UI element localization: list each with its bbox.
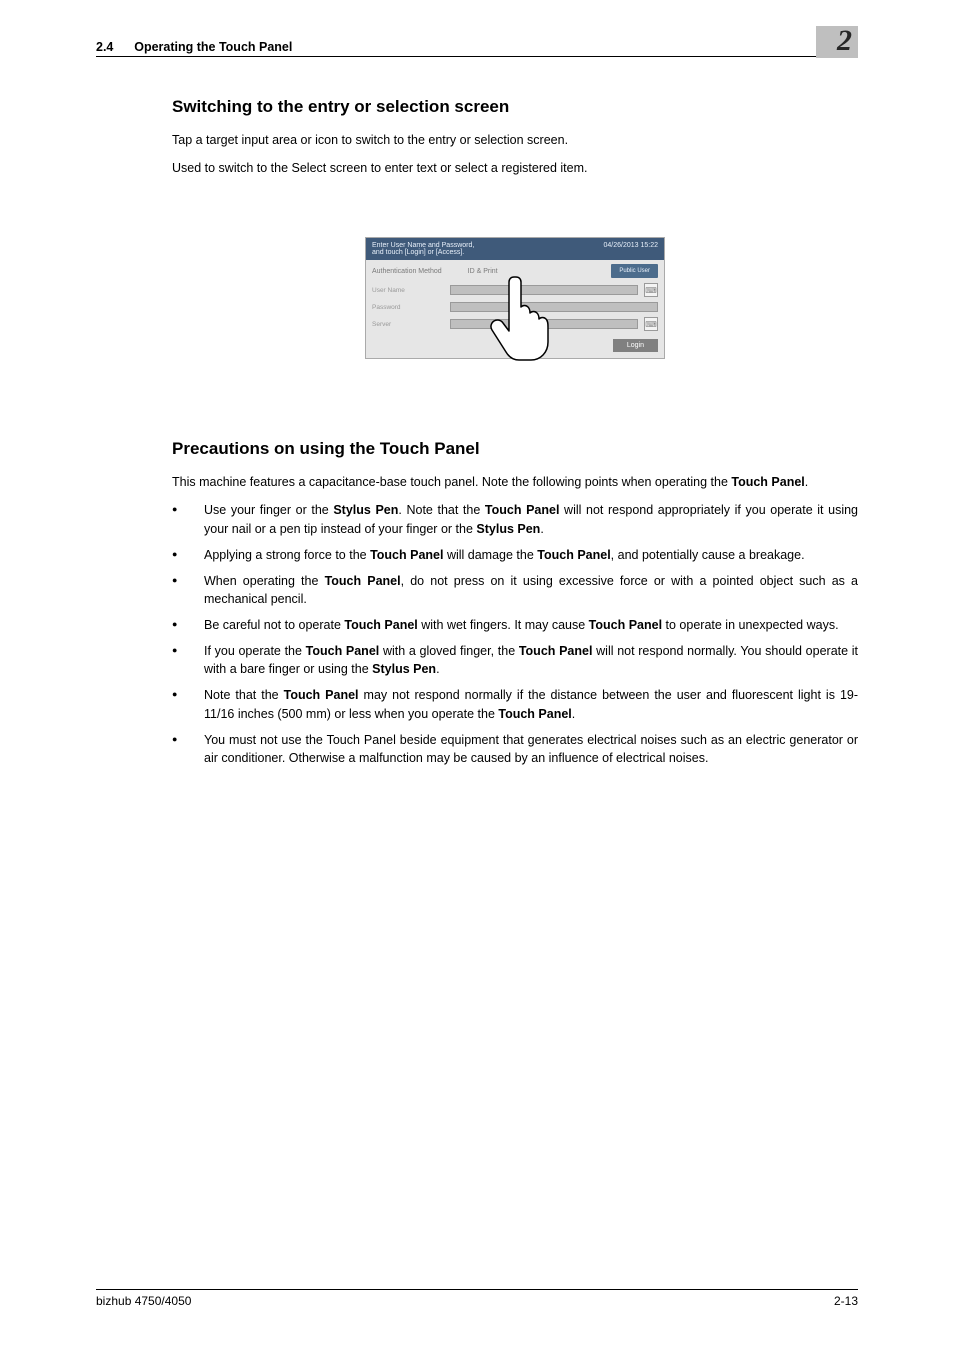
list-item: You must not use the Touch Panel beside …: [172, 731, 858, 767]
page-content: Switching to the entry or selection scre…: [172, 97, 858, 767]
list-item: Note that the Touch Panel may not respon…: [172, 686, 858, 722]
figure-title-line2: and touch [Login] or [Access].: [372, 249, 464, 256]
figure-datetime: 04/26/2013 15:22: [604, 242, 659, 256]
tap-hand-icon: [486, 272, 556, 362]
figure-user-name-label: User Name: [372, 287, 450, 294]
intro-post: .: [805, 475, 808, 489]
heading-precautions: Precautions on using the Touch Panel: [172, 439, 858, 459]
figure-title-line1: Enter User Name and Password,: [372, 242, 474, 249]
figure-public-user-button[interactable]: Public User: [611, 264, 658, 278]
list-item: Use your finger or the Stylus Pen. Note …: [172, 501, 858, 537]
figure-select-screen: Enter User Name and Password, and touch …: [365, 237, 665, 359]
para-tap: Tap a target input area or icon to switc…: [172, 131, 858, 149]
chapter-number: 2: [837, 24, 852, 58]
para-used-to: Used to switch to the Select screen to e…: [172, 159, 858, 177]
keyboard-icon[interactable]: ⌨: [644, 317, 658, 331]
footer-product: bizhub 4750/4050: [96, 1294, 191, 1308]
precaution-list: Use your finger or the Stylus Pen. Note …: [172, 501, 858, 767]
section-title: Operating the Touch Panel: [134, 40, 292, 54]
intro-pre: This machine features a capacitance-base…: [172, 475, 731, 489]
list-item: Be careful not to operate Touch Panel wi…: [172, 616, 858, 634]
list-item: If you operate the Touch Panel with a gl…: [172, 642, 858, 678]
figure-login-button[interactable]: Login: [613, 339, 658, 352]
intro-b1: Touch Panel: [731, 475, 804, 489]
chapter-badge: 2: [816, 26, 858, 58]
figure-title-bar: Enter User Name and Password, and touch …: [366, 238, 664, 260]
figure-password-label: Password: [372, 304, 450, 311]
footer-page: 2-13: [834, 1294, 858, 1308]
page-footer: bizhub 4750/4050 2-13: [96, 1289, 858, 1308]
list-item: Applying a strong force to the Touch Pan…: [172, 546, 858, 564]
list-item: When operating the Touch Panel, do not p…: [172, 572, 858, 608]
figure-server-label: Server: [372, 321, 450, 328]
precautions-intro: This machine features a capacitance-base…: [172, 473, 858, 491]
heading-switching: Switching to the entry or selection scre…: [172, 97, 858, 117]
figure-auth-method-label: Authentication Method: [372, 268, 442, 275]
section-number: 2.4: [96, 40, 113, 54]
keyboard-icon[interactable]: ⌨: [644, 283, 658, 297]
page-header: 2.4 Operating the Touch Panel: [96, 40, 858, 57]
